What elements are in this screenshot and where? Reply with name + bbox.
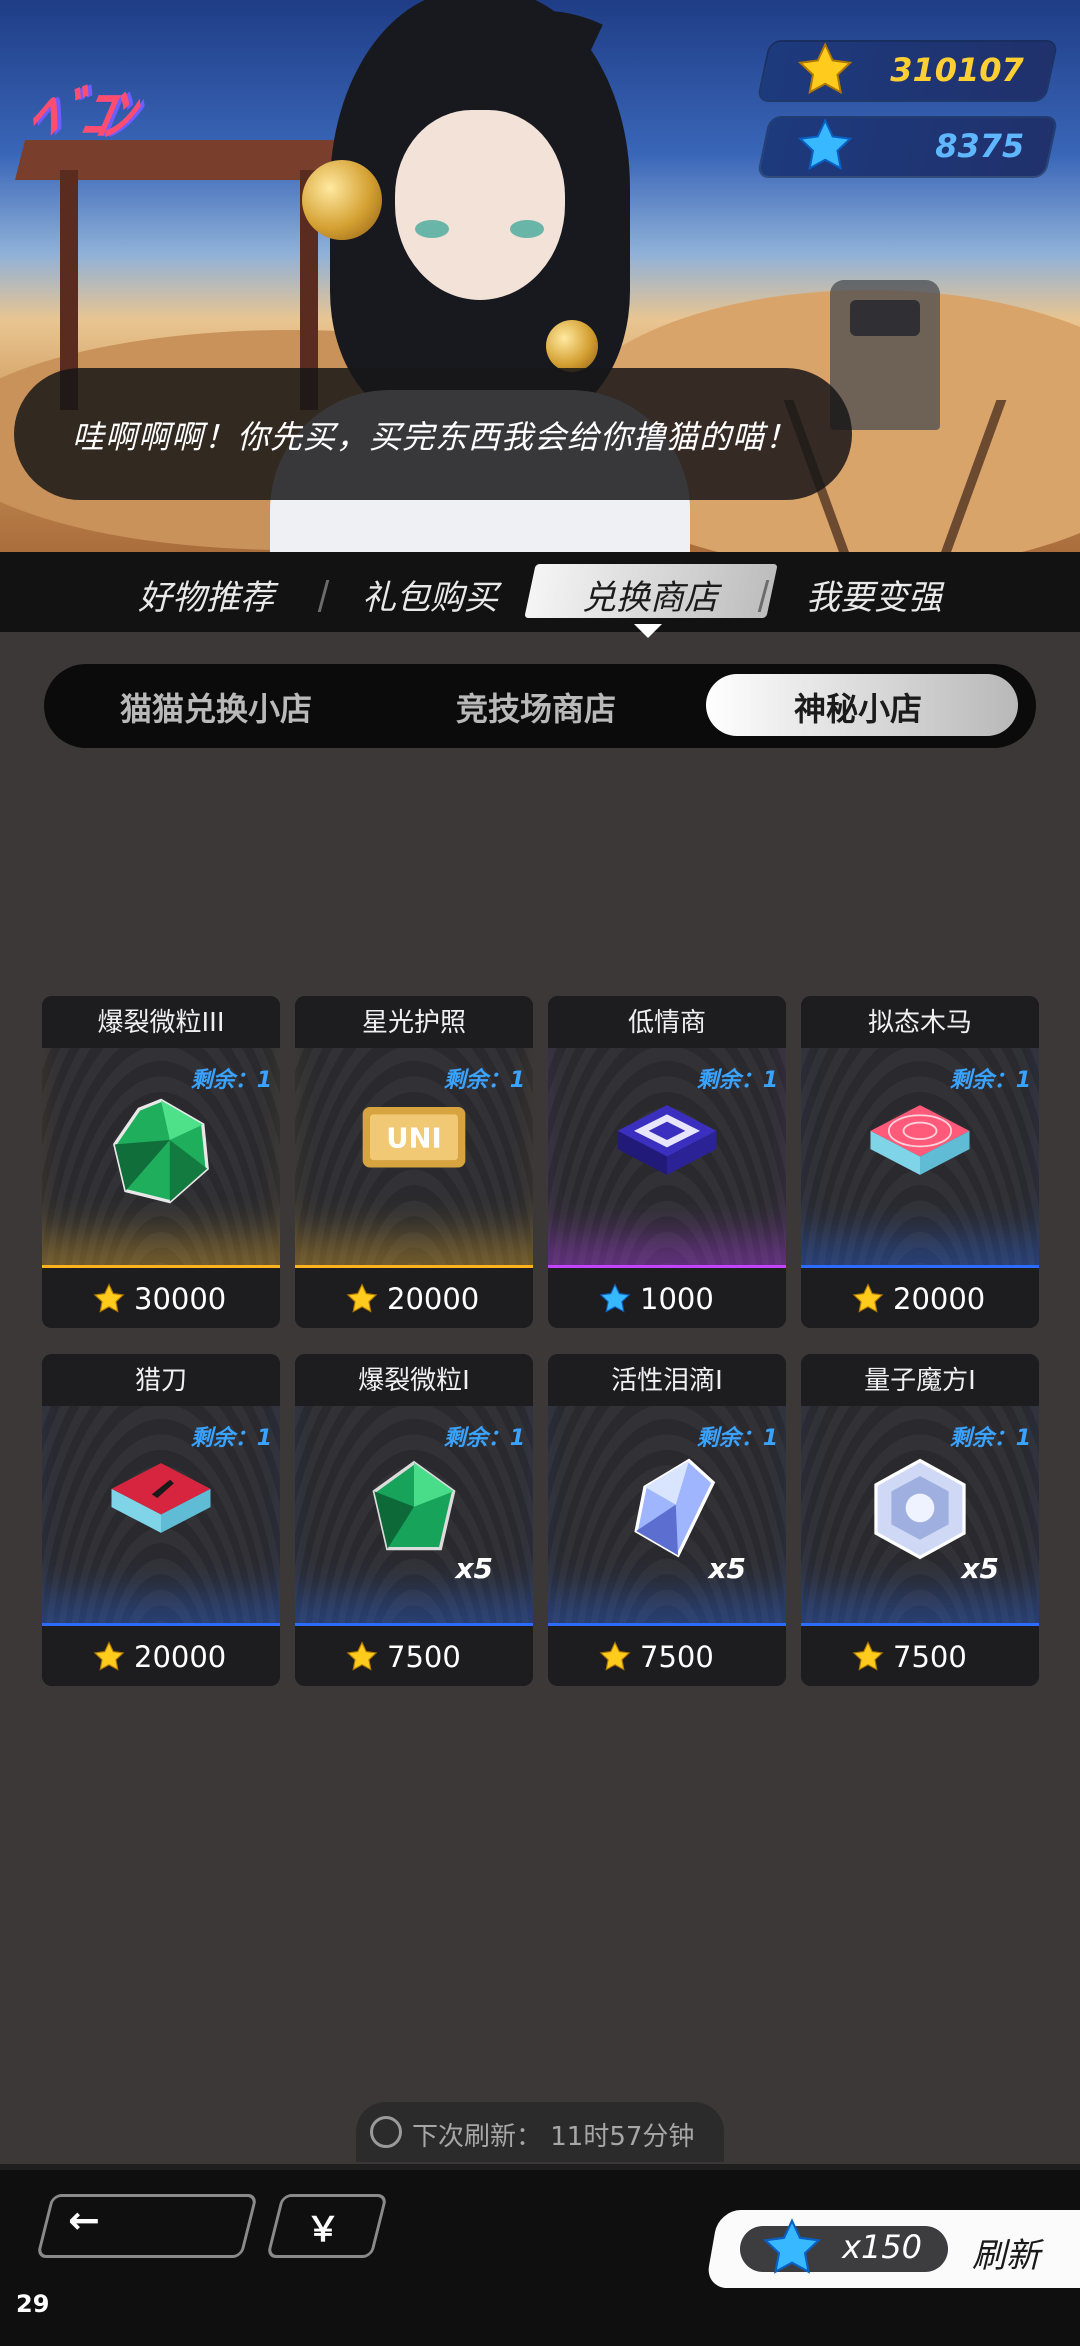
blue-currency-display: 8375	[758, 118, 1057, 176]
passport-card-icon: UNI	[359, 1096, 469, 1196]
remaining-count: 剩余：1	[949, 1426, 1031, 1451]
item-quantity: x5	[455, 1552, 493, 1585]
price-row: 30000	[42, 1268, 280, 1328]
remaining-count: 剩余：1	[443, 1426, 525, 1451]
item-name: 拟态木马	[801, 996, 1039, 1048]
item-price: 7500	[893, 1640, 967, 1674]
gold-amount: 310107	[890, 51, 1025, 89]
item-name: 低情商	[548, 996, 786, 1048]
train-window	[850, 300, 920, 336]
bell-icon	[302, 160, 382, 240]
item-name: 量子魔方I	[801, 1354, 1039, 1406]
blue-star-icon	[762, 2218, 822, 2274]
item-name: 爆裂微粒I	[295, 1354, 533, 1406]
tab-get-stronger[interactable]: 我要变强	[806, 570, 942, 619]
quantum-cube-icon	[865, 1454, 975, 1560]
gold-star-icon	[852, 1283, 884, 1313]
svg-text:UNI: UNI	[386, 1122, 442, 1154]
price-row: 7500	[295, 1626, 533, 1686]
subtab-cat-exchange[interactable]: 猫猫兑换小店	[120, 684, 312, 730]
character-eye	[415, 220, 449, 238]
item-price: 7500	[387, 1640, 461, 1674]
game-logo: ﾍﾞｺﾝ	[23, 81, 134, 149]
gold-currency-display: 310107	[758, 42, 1057, 100]
character-eye	[510, 220, 544, 238]
item-name: 爆裂微粒III	[42, 996, 280, 1048]
main-tab-bar: 好物推荐 礼包购买 兑换商店 我要变强	[0, 552, 1080, 632]
refresh-cost: x150	[842, 2228, 923, 2266]
gold-star-icon	[93, 1641, 125, 1671]
gold-star-icon	[346, 1641, 378, 1671]
item-price: 20000	[387, 1282, 480, 1316]
shop-item-card[interactable]: 活性泪滴I 剩余：1 x5 7500	[548, 1354, 786, 1686]
fps-counter: 29	[16, 2290, 50, 2318]
remaining-count: 剩余：1	[696, 1068, 778, 1093]
price-row: 7500	[548, 1626, 786, 1686]
blue-amount: 8375	[935, 127, 1025, 165]
refresh-timer-text: 下次刷新： 11时57分钟	[412, 2122, 695, 2152]
price-row: 20000	[42, 1626, 280, 1686]
shop-item-card[interactable]: 爆裂微粒III 剩余：1 30000	[42, 996, 280, 1328]
remaining-count: 剩余：1	[190, 1068, 272, 1093]
shop-item-card[interactable]: 星光护照剩余：1 UNI 20000	[295, 996, 533, 1328]
character-face	[395, 110, 565, 300]
blue-star-icon	[599, 1283, 631, 1313]
subtab-arena-shop[interactable]: 竞技场商店	[456, 684, 616, 730]
shop-item-card[interactable]: 猎刀剩余：1 20000	[42, 1354, 280, 1686]
shop-item-card[interactable]: 低情商剩余：1 1000	[548, 996, 786, 1328]
price-row: 20000	[295, 1268, 533, 1328]
clock-icon	[370, 2116, 402, 2148]
active-tab-caret	[634, 624, 662, 638]
sub-tab-bar: 猫猫兑换小店 竞技场商店 神秘小店	[44, 664, 1036, 748]
refresh-label[interactable]: 刷新	[972, 2228, 1040, 2277]
remaining-count: 剩余：1	[949, 1068, 1031, 1093]
tab-gift-pack[interactable]: 礼包购买	[362, 570, 498, 619]
subtab-mystery-shop[interactable]: 神秘小店	[794, 684, 922, 730]
small-green-gem-icon	[359, 1454, 469, 1554]
bell-icon	[546, 320, 598, 372]
price-row: 7500	[801, 1626, 1039, 1686]
gold-star-icon	[797, 42, 853, 95]
speech-bubble: 哇啊啊啊！你先买，买完东西我会给你撸猫的喵！	[14, 368, 852, 500]
green-crystal-icon	[106, 1096, 216, 1204]
item-name: 活性泪滴I	[548, 1354, 786, 1406]
bottom-bar: ← ￥ x150 刷新	[0, 2164, 1080, 2346]
tear-crystal-icon	[612, 1454, 722, 1558]
gold-star-icon	[346, 1283, 378, 1313]
hero-banner: ﾍﾞｺﾝ 310107 8375 哇啊啊啊！你先买，买完东西我会给你撸猫的喵！	[0, 0, 1080, 552]
gold-star-icon	[599, 1641, 631, 1671]
price-row: 20000	[801, 1268, 1039, 1328]
remaining-count: 剩余：1	[190, 1426, 272, 1451]
purple-chip-icon	[612, 1096, 722, 1196]
item-price: 20000	[893, 1282, 986, 1316]
speech-text: 哇啊啊啊！你先买，买完东西我会给你撸猫的喵！	[72, 418, 799, 456]
item-price: 7500	[640, 1640, 714, 1674]
shop-item-card[interactable]: 拟态木马剩余：1 20000	[801, 996, 1039, 1328]
remaining-count: 剩余：1	[443, 1068, 525, 1093]
gold-star-icon	[93, 1283, 125, 1313]
remaining-count: 剩余：1	[696, 1426, 778, 1451]
refresh-timer: 下次刷新： 11时57分钟	[356, 2102, 724, 2162]
tab-exchange-shop[interactable]: 兑换商店	[582, 570, 718, 619]
item-price: 20000	[134, 1640, 227, 1674]
shop-item-card[interactable]: 爆裂微粒I 剩余：1 x5 7500	[295, 1354, 533, 1686]
yen-icon[interactable]: ￥	[306, 2202, 340, 2251]
gold-star-icon	[852, 1641, 884, 1671]
item-price: 30000	[134, 1282, 227, 1316]
knife-chip-icon	[106, 1454, 216, 1554]
item-quantity: x5	[708, 1552, 746, 1585]
tab-recommended[interactable]: 好物推荐	[138, 570, 274, 619]
shop-item-card[interactable]: 量子魔方I 剩余：1 x5 7500	[801, 1354, 1039, 1686]
red-chip-icon	[865, 1096, 975, 1196]
back-arrow-icon[interactable]: ←	[68, 2198, 100, 2242]
item-name: 猎刀	[42, 1354, 280, 1406]
blue-star-icon	[797, 118, 853, 171]
item-name: 星光护照	[295, 996, 533, 1048]
tab-divider	[317, 580, 330, 612]
price-row: 1000	[548, 1268, 786, 1328]
item-price: 1000	[640, 1282, 714, 1316]
item-quantity: x5	[961, 1552, 999, 1585]
